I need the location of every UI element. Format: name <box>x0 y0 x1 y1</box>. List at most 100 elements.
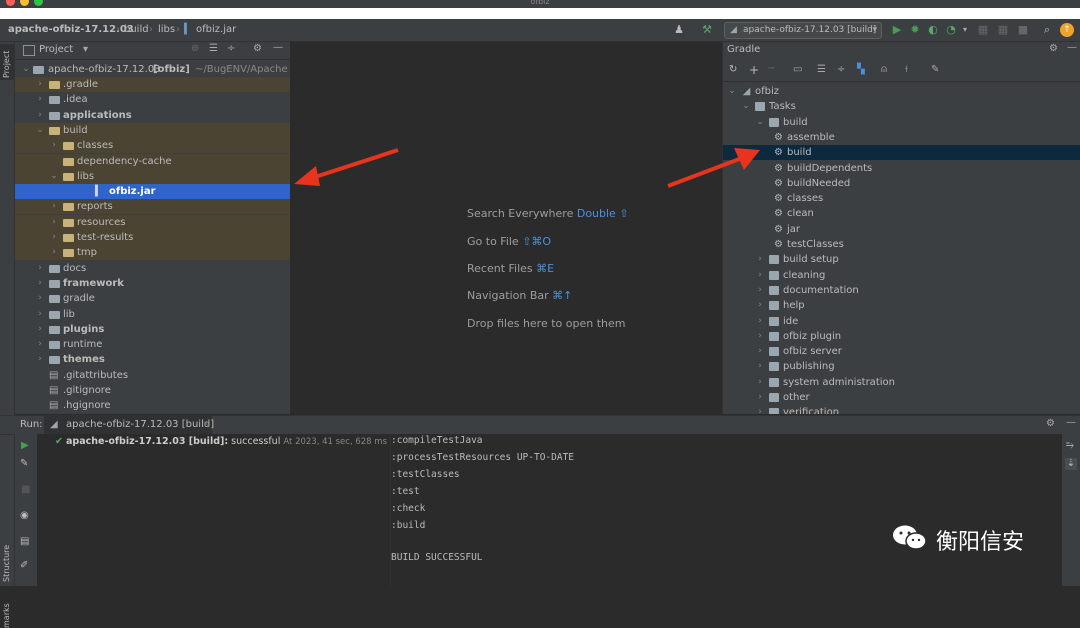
chevron-down-icon[interactable]: ▾ <box>958 23 972 37</box>
gradle-row-build-setup[interactable]: › build setup <box>723 252 1080 267</box>
tree-row-idea[interactable]: › .idea <box>15 92 290 107</box>
tree-row-plugins[interactable]: › plugins <box>15 322 290 337</box>
gradle-row-other[interactable]: › other <box>723 390 1080 405</box>
refresh-icon[interactable]: ↻ <box>729 64 737 75</box>
structure-tool-label[interactable]: Structure <box>2 545 11 582</box>
chevron-right-icon[interactable]: › <box>49 138 59 153</box>
chevron-right-icon[interactable]: › <box>755 359 765 374</box>
tree-row-runtime[interactable]: › runtime <box>15 337 290 352</box>
scroll-to-end-icon[interactable]: ⇣ <box>1065 458 1077 470</box>
stop-icon[interactable]: ■ <box>21 484 30 495</box>
chevron-right-icon[interactable]: › <box>49 230 59 245</box>
chevron-right-icon[interactable]: › <box>755 405 765 414</box>
tree-row-build[interactable]: ⌄ build <box>15 122 290 138</box>
tree-row-gitignore[interactable]: ▤ .gitignore <box>15 383 290 398</box>
toggle-skip-tests-icon[interactable]: ⟊ <box>905 64 908 75</box>
tree-row-lib[interactable]: › lib <box>15 307 290 322</box>
add-icon[interactable]: + <box>749 63 759 77</box>
hide-icon[interactable]: — <box>1066 417 1076 428</box>
breadcrumb-libs[interactable]: libs <box>158 24 175 35</box>
chevron-down-icon[interactable]: ⌄ <box>35 123 45 138</box>
hide-icon[interactable]: — <box>273 42 283 53</box>
chevron-right-icon[interactable]: › <box>755 344 765 359</box>
tree-row-dependency-cache[interactable]: dependency-cache <box>15 153 290 169</box>
wrench-icon[interactable]: ✎ <box>20 458 28 469</box>
chevron-right-icon[interactable]: › <box>35 322 45 337</box>
profile-icon[interactable]: ◔ <box>944 23 958 37</box>
stop-icon[interactable]: ■ <box>1016 23 1030 37</box>
pin-icon[interactable]: ✐ <box>20 560 28 571</box>
gradle-row-ide[interactable]: › ide <box>723 314 1080 329</box>
chevron-right-icon[interactable]: › <box>35 108 45 123</box>
user-icon[interactable]: ♟ <box>672 23 686 37</box>
tree-row-resources[interactable]: › resources <box>15 214 290 230</box>
run-result-row[interactable]: ✔ apache-ofbiz-17.12.03 [build]: success… <box>55 436 387 447</box>
run-config-selector[interactable]: ◢ apache-ofbiz-17.12.03 [build] ▾ <box>724 22 882 39</box>
close-icon[interactable]: × <box>202 419 210 430</box>
chevron-right-icon[interactable]: › <box>755 283 765 298</box>
tree-row-gitattributes[interactable]: ▤ .gitattributes <box>15 368 290 383</box>
tree-row-gradle[interactable]: › gradle <box>15 291 290 306</box>
gradle-row-clean[interactable]: ⚙ clean <box>723 206 1080 221</box>
gradle-row-jar[interactable]: ⚙ jar <box>723 222 1080 237</box>
tree-row-themes[interactable]: › themes <box>15 352 290 367</box>
tree-row-applications[interactable]: › applications <box>15 108 290 123</box>
chevron-down-icon[interactable]: ⌄ <box>49 169 59 184</box>
run-tab[interactable]: ◢ apache-ofbiz-17.12.03 [build] × <box>44 416 214 434</box>
chevron-right-icon[interactable]: › <box>35 276 45 291</box>
gradle-row-build[interactable]: ⌄ build <box>723 115 1080 130</box>
layout-icon[interactable]: ▤ <box>20 536 29 547</box>
chevron-right-icon[interactable]: › <box>755 298 765 313</box>
gradle-row-system-administration[interactable]: › system administration <box>723 375 1080 390</box>
gradle-row-cleaning[interactable]: › cleaning <box>723 268 1080 283</box>
expand-all-icon[interactable]: ☰ <box>817 64 826 75</box>
expand-all-icon[interactable]: ☰ <box>209 43 218 54</box>
gradle-row-build[interactable]: ⚙ build <box>723 145 1080 161</box>
debug-icon[interactable]: ✹ <box>908 23 922 37</box>
chevron-down-icon[interactable]: ⌄ <box>741 99 751 114</box>
chevron-down-icon[interactable]: ⌄ <box>727 84 737 99</box>
chevron-right-icon[interactable]: › <box>49 199 59 214</box>
gradle-row-tasks[interactable]: ⌄ Tasks <box>723 99 1080 114</box>
reload-icon[interactable]: ▦ <box>996 23 1010 37</box>
tree-row-root[interactable]: ⌄ apache-ofbiz-17.12.03 [ofbiz] ~/BugENV… <box>15 62 290 77</box>
collapse-all-icon[interactable]: ÷ <box>227 43 235 54</box>
gradle-row-publishing[interactable]: › publishing <box>723 359 1080 374</box>
build-icon[interactable]: ▦ <box>976 23 990 37</box>
chevron-right-icon[interactable]: › <box>755 375 765 390</box>
tree-row-hgignore[interactable]: ▤ .hgignore <box>15 398 290 413</box>
tree-row-framework[interactable]: › framework <box>15 276 290 291</box>
tree-row-test-results[interactable]: › test-results <box>15 230 290 245</box>
chevron-right-icon[interactable]: › <box>35 352 45 367</box>
chevron-down-icon[interactable]: ▾ <box>83 44 88 55</box>
tree-row-classes[interactable]: › classes <box>15 138 290 154</box>
hammer-icon[interactable]: ⚒ <box>700 23 714 37</box>
tree-row-libs[interactable]: ⌄ libs <box>15 168 290 184</box>
chevron-down-icon[interactable]: ⌄ <box>755 115 765 130</box>
eye-icon[interactable]: ◉ <box>20 510 29 521</box>
breadcrumb-ofbiz-jar[interactable]: ofbiz.jar <box>196 24 236 35</box>
gradle-row-ofbiz-server[interactable]: › ofbiz server <box>723 344 1080 359</box>
gradle-row-verification[interactable]: › verification <box>723 405 1080 414</box>
chevron-right-icon[interactable]: › <box>35 291 45 306</box>
gradle-row-assemble[interactable]: ⚙ assemble <box>723 130 1080 145</box>
hide-icon[interactable]: — <box>1067 42 1077 53</box>
gear-icon[interactable]: ⚙ <box>1046 418 1055 429</box>
project-view-selector[interactable]: Project <box>39 44 73 55</box>
tree-row-ofbiz-jar[interactable]: ▍ ofbiz.jar <box>15 184 290 200</box>
soft-wrap-icon[interactable]: ⥱ <box>1066 440 1074 451</box>
chevron-right-icon[interactable]: › <box>755 252 765 267</box>
gradle-row-buildneeded[interactable]: ⚙ buildNeeded <box>723 176 1080 191</box>
locate-icon[interactable]: ⊕ <box>191 43 199 54</box>
project-tool-tab[interactable]: Project <box>0 44 14 80</box>
chevron-right-icon[interactable]: › <box>35 77 45 92</box>
chevron-right-icon[interactable]: › <box>35 92 45 107</box>
run-icon[interactable]: ▶ <box>890 23 904 37</box>
tree-row-reports[interactable]: › reports <box>15 199 290 215</box>
chevron-right-icon[interactable]: › <box>49 215 59 230</box>
console-output[interactable]: :compileTestJava :processTestResources U… <box>391 434 1061 586</box>
chevron-right-icon[interactable]: › <box>755 268 765 283</box>
gradle-row-ofbiz-plugin[interactable]: › ofbiz plugin <box>723 329 1080 344</box>
coverage-icon[interactable]: ◐ <box>926 23 940 37</box>
toggle-offline-icon[interactable]: ▭ <box>793 64 802 75</box>
